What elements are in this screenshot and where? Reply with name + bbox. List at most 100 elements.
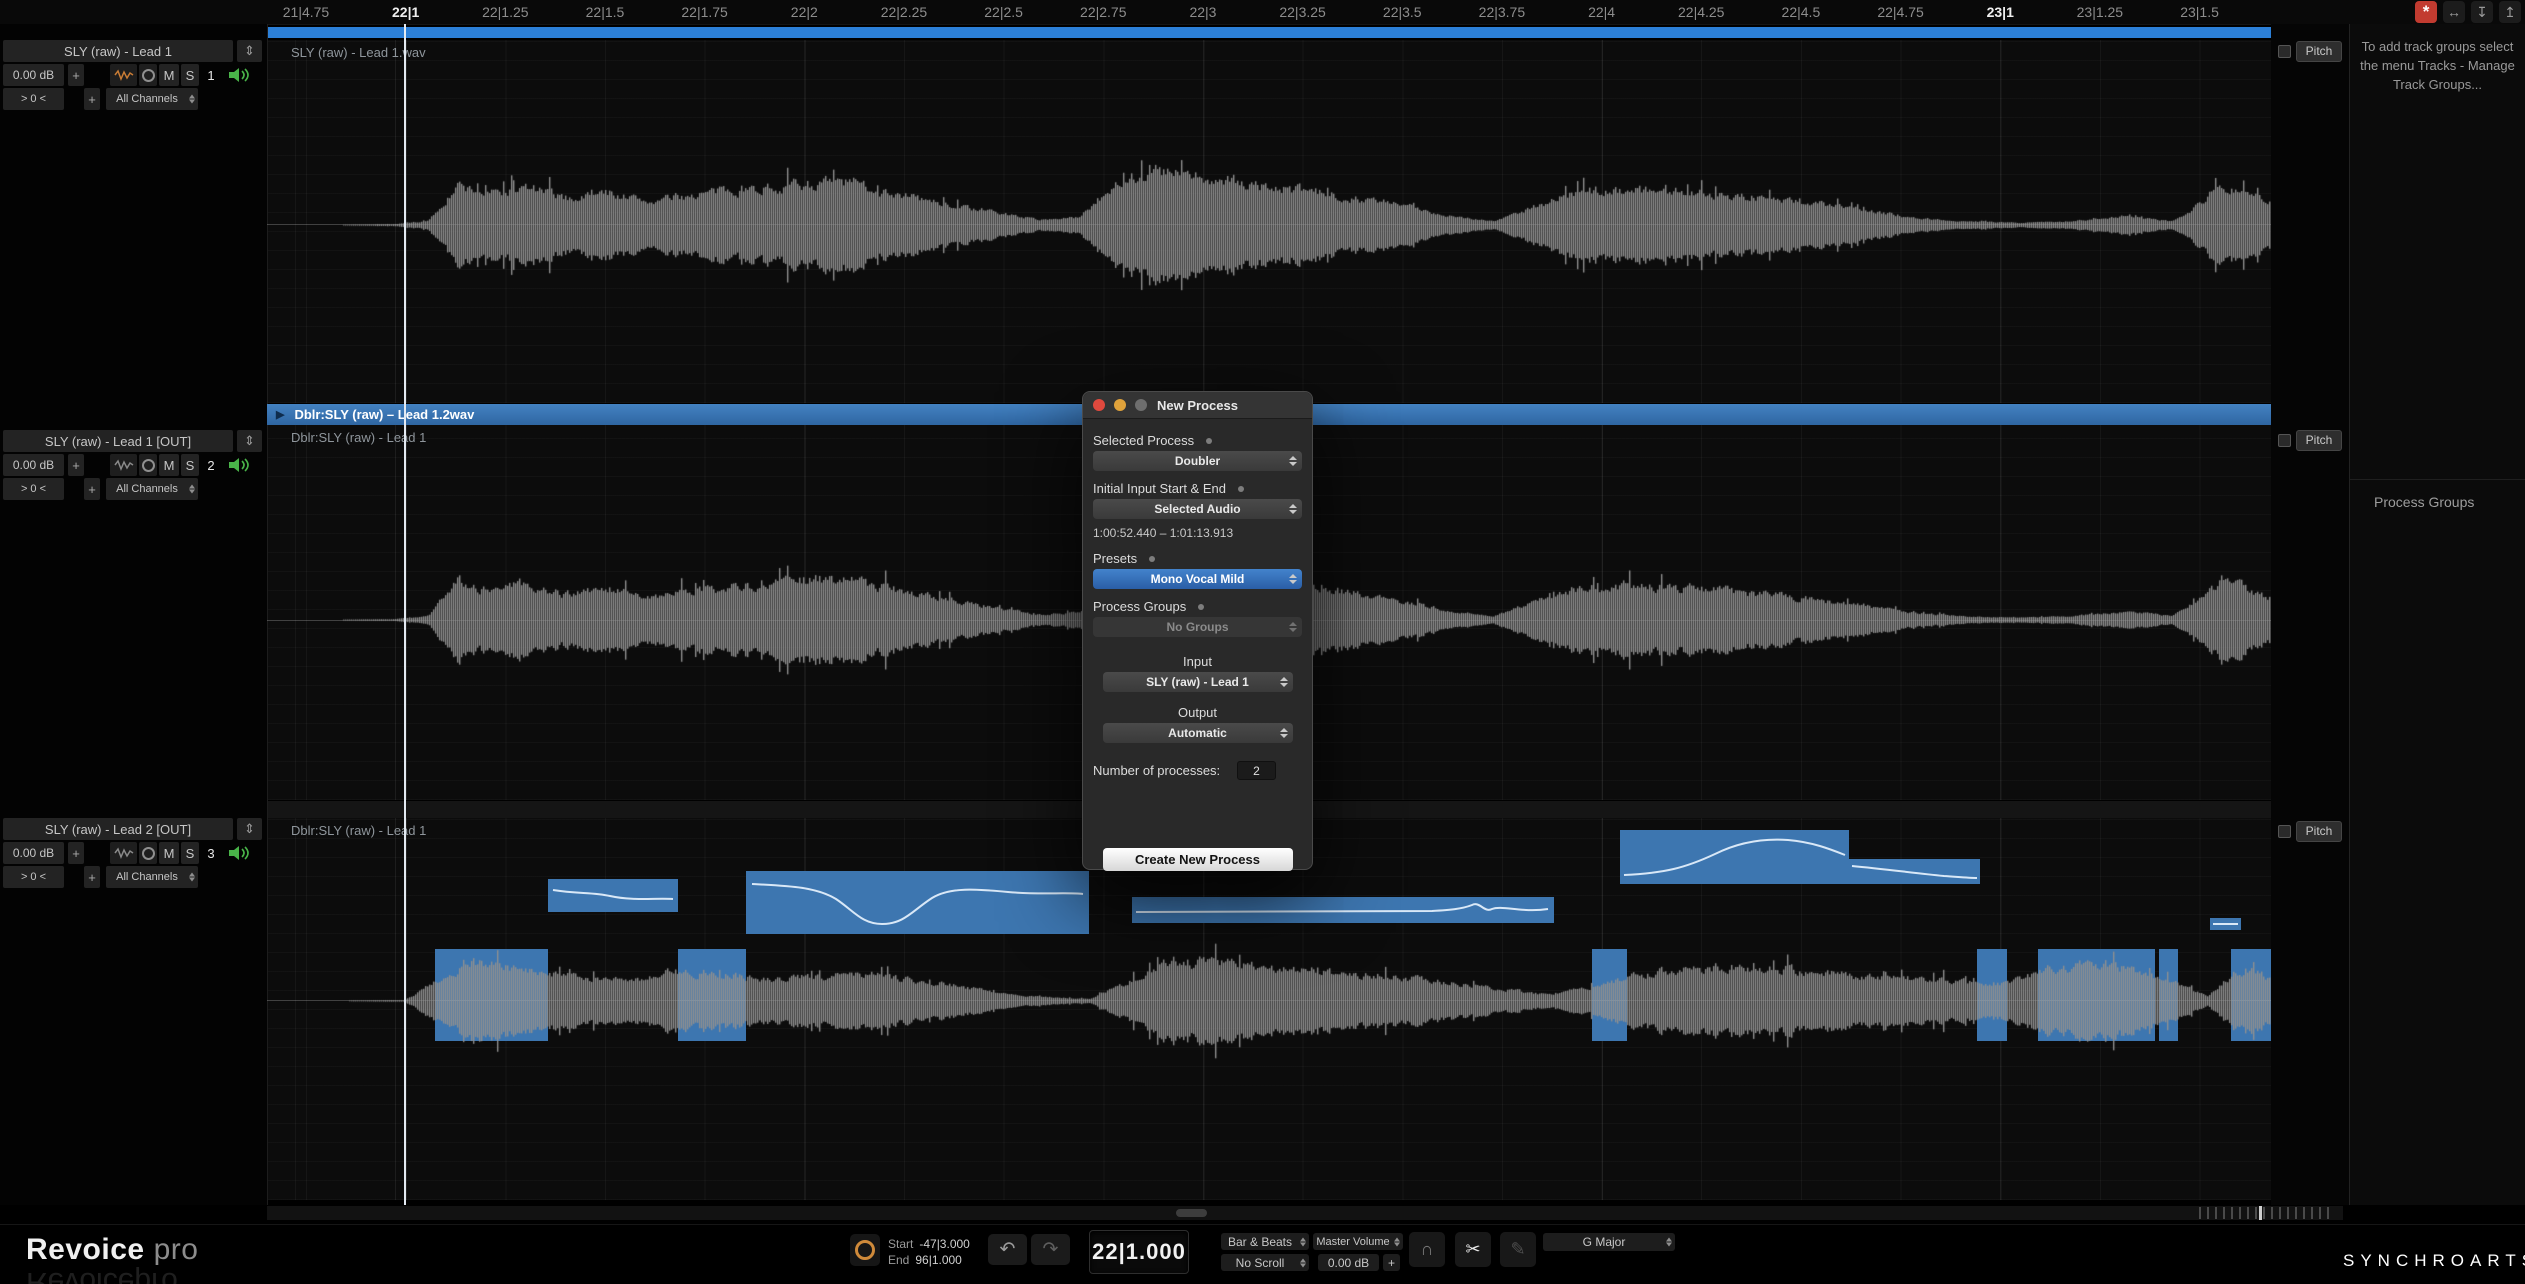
track-name[interactable]: SLY (raw) - Lead 1 <box>3 40 233 62</box>
scroll-mode-dropdown[interactable]: No Scroll <box>1221 1254 1309 1271</box>
scissors-tool-button[interactable]: ✂ <box>1455 1232 1491 1267</box>
pitch-checkbox[interactable] <box>2278 825 2291 838</box>
mute-button[interactable]: M <box>159 454 179 476</box>
track-range-field[interactable]: > 0 < <box>3 866 64 888</box>
range-add-button[interactable]: + <box>84 478 100 500</box>
selected-process-dropdown[interactable]: Doubler <box>1093 451 1302 471</box>
record-enable-icon[interactable] <box>139 64 157 86</box>
ruler-tick: 22|1.5 <box>586 4 625 20</box>
track-gain-field[interactable]: 0.00 dB <box>3 842 64 864</box>
help-dot-icon[interactable] <box>1149 556 1155 562</box>
gain-add-button[interactable]: + <box>68 842 84 864</box>
pencil-tool-button[interactable]: ✎ <box>1500 1232 1536 1267</box>
channels-value: All Channels <box>116 871 178 883</box>
range-add-button[interactable]: + <box>84 866 100 888</box>
record-enable-icon[interactable] <box>139 842 157 864</box>
track-settings-icon[interactable]: ⇕ <box>237 40 262 62</box>
ruler-tick: 22|4.25 <box>1678 4 1724 20</box>
speaker-icon[interactable] <box>222 842 254 864</box>
track-settings-icon[interactable]: ⇕ <box>237 818 262 840</box>
speaker-icon[interactable] <box>222 454 254 476</box>
dialog-title: New Process <box>1157 398 1238 413</box>
revoice-pro-logo: Revoicepro <box>26 1233 198 1267</box>
undo-button[interactable]: ↶ <box>988 1234 1027 1265</box>
waveform-track-1[interactable] <box>267 40 2271 403</box>
channels-dropdown[interactable]: All Channels <box>106 478 198 500</box>
down-arrow-glyph: ↧ <box>2476 4 2488 21</box>
vertical-zoom-in-icon[interactable]: ↧ <box>2471 1 2493 23</box>
playhead[interactable] <box>404 24 406 1205</box>
clip-label: Dblr:SLY (raw) - Lead 1 <box>291 430 426 445</box>
track-lane-1[interactable]: SLY (raw) - Lead 1.wav <box>267 40 2271 404</box>
speaker-icon[interactable] <box>222 64 254 86</box>
new-process-dialog: New Process Selected Process Doubler Ini… <box>1082 391 1313 870</box>
pitch-checkbox[interactable] <box>2278 45 2291 58</box>
pitch-button[interactable]: Pitch <box>2296 430 2342 451</box>
process-icon[interactable] <box>110 454 137 476</box>
time-display[interactable]: 22|1.000 <box>1089 1230 1189 1274</box>
expand-triangle-icon[interactable]: ▶ <box>276 408 284 421</box>
presets-dropdown[interactable]: Mono Vocal Mild <box>1093 569 1302 589</box>
master-volume-value[interactable]: 0.00 dB <box>1318 1254 1379 1271</box>
dropdown-arrows-icon <box>1300 1237 1306 1246</box>
pitch-button[interactable]: Pitch <box>2296 821 2342 842</box>
scrollbar-thumb[interactable] <box>1176 1209 1207 1217</box>
track-gain-field[interactable]: 0.00 dB <box>3 454 64 476</box>
start-end-fields[interactable]: Start-47|3.000 End96|1.000 <box>888 1236 970 1268</box>
logo-main: Revoice <box>26 1233 145 1266</box>
channels-dropdown[interactable]: All Channels <box>106 866 198 888</box>
output-value: Automatic <box>1168 726 1227 740</box>
dialog-titlebar[interactable]: New Process <box>1083 392 1312 419</box>
start-value[interactable]: -47|3.000 <box>919 1237 970 1251</box>
process-icon[interactable] <box>110 842 137 864</box>
track-range-field[interactable]: > 0 < <box>3 88 64 110</box>
time-format-dropdown[interactable]: Bar & Beats <box>1221 1233 1309 1250</box>
solo-button[interactable]: S <box>181 454 199 476</box>
solo-button[interactable]: S <box>181 64 199 86</box>
record-button[interactable] <box>850 1234 880 1266</box>
horizontal-scrollbar[interactable] <box>267 1205 2343 1221</box>
record-enable-icon[interactable] <box>139 454 157 476</box>
input-dropdown[interactable]: SLY (raw) - Lead 1 <box>1103 672 1293 692</box>
volume-add-button[interactable]: + <box>1383 1254 1400 1271</box>
selection-bar[interactable] <box>267 27 2271 38</box>
end-value[interactable]: 96|1.000 <box>915 1253 962 1267</box>
wave-glyph <box>114 847 134 859</box>
process-icon[interactable] <box>110 64 137 86</box>
channels-dropdown[interactable]: All Channels <box>106 88 198 110</box>
help-dot-icon[interactable] <box>1198 604 1204 610</box>
solo-button[interactable]: S <box>181 842 199 864</box>
track-gain-field[interactable]: 0.00 dB <box>3 64 64 86</box>
minimize-icon[interactable] <box>1114 399 1126 411</box>
pitch-button[interactable]: Pitch <box>2296 41 2342 62</box>
mute-button[interactable]: M <box>159 842 179 864</box>
zoom-window-icon[interactable] <box>1135 399 1147 411</box>
master-volume-dropdown[interactable]: Master Volume <box>1313 1233 1403 1250</box>
key-dropdown[interactable]: G Major <box>1543 1233 1675 1251</box>
zoom-slider-handle[interactable] <box>2259 1206 2262 1220</box>
output-dropdown[interactable]: Automatic <box>1103 723 1293 743</box>
create-new-process-button[interactable]: Create New Process <box>1103 848 1293 871</box>
range-add-button[interactable]: + <box>84 88 100 110</box>
zoom-slider[interactable] <box>2199 1207 2331 1219</box>
initial-input-dropdown[interactable]: Selected Audio <box>1093 499 1302 519</box>
vertical-zoom-out-icon[interactable]: ↥ <box>2499 1 2521 23</box>
help-dot-icon[interactable] <box>1238 486 1244 492</box>
gain-add-button[interactable]: + <box>68 64 84 86</box>
track-name[interactable]: SLY (raw) - Lead 1 [OUT] <box>3 430 233 452</box>
redo-button[interactable]: ↷ <box>1031 1234 1070 1265</box>
num-processes-field[interactable]: 2 <box>1237 761 1276 780</box>
track-settings-icon[interactable]: ⇕ <box>237 430 262 452</box>
gain-add-button[interactable]: + <box>68 454 84 476</box>
help-dot-icon[interactable] <box>1206 438 1212 444</box>
track-range-field[interactable]: > 0 < <box>3 478 64 500</box>
mute-button[interactable]: M <box>159 64 179 86</box>
snap-tool-button[interactable]: ∩ <box>1409 1232 1445 1267</box>
pitch-checkbox[interactable] <box>2278 434 2291 447</box>
horizontal-zoom-icon[interactable]: ↔ <box>2443 1 2465 23</box>
close-icon[interactable] <box>1093 399 1105 411</box>
timeline-ruler[interactable]: 21|4.7522|122|1.2522|1.522|1.7522|222|2.… <box>0 0 2525 25</box>
alert-icon[interactable]: * <box>2415 1 2437 23</box>
process-groups-dropdown[interactable]: No Groups <box>1093 617 1302 637</box>
track-name[interactable]: SLY (raw) - Lead 2 [OUT] <box>3 818 233 840</box>
